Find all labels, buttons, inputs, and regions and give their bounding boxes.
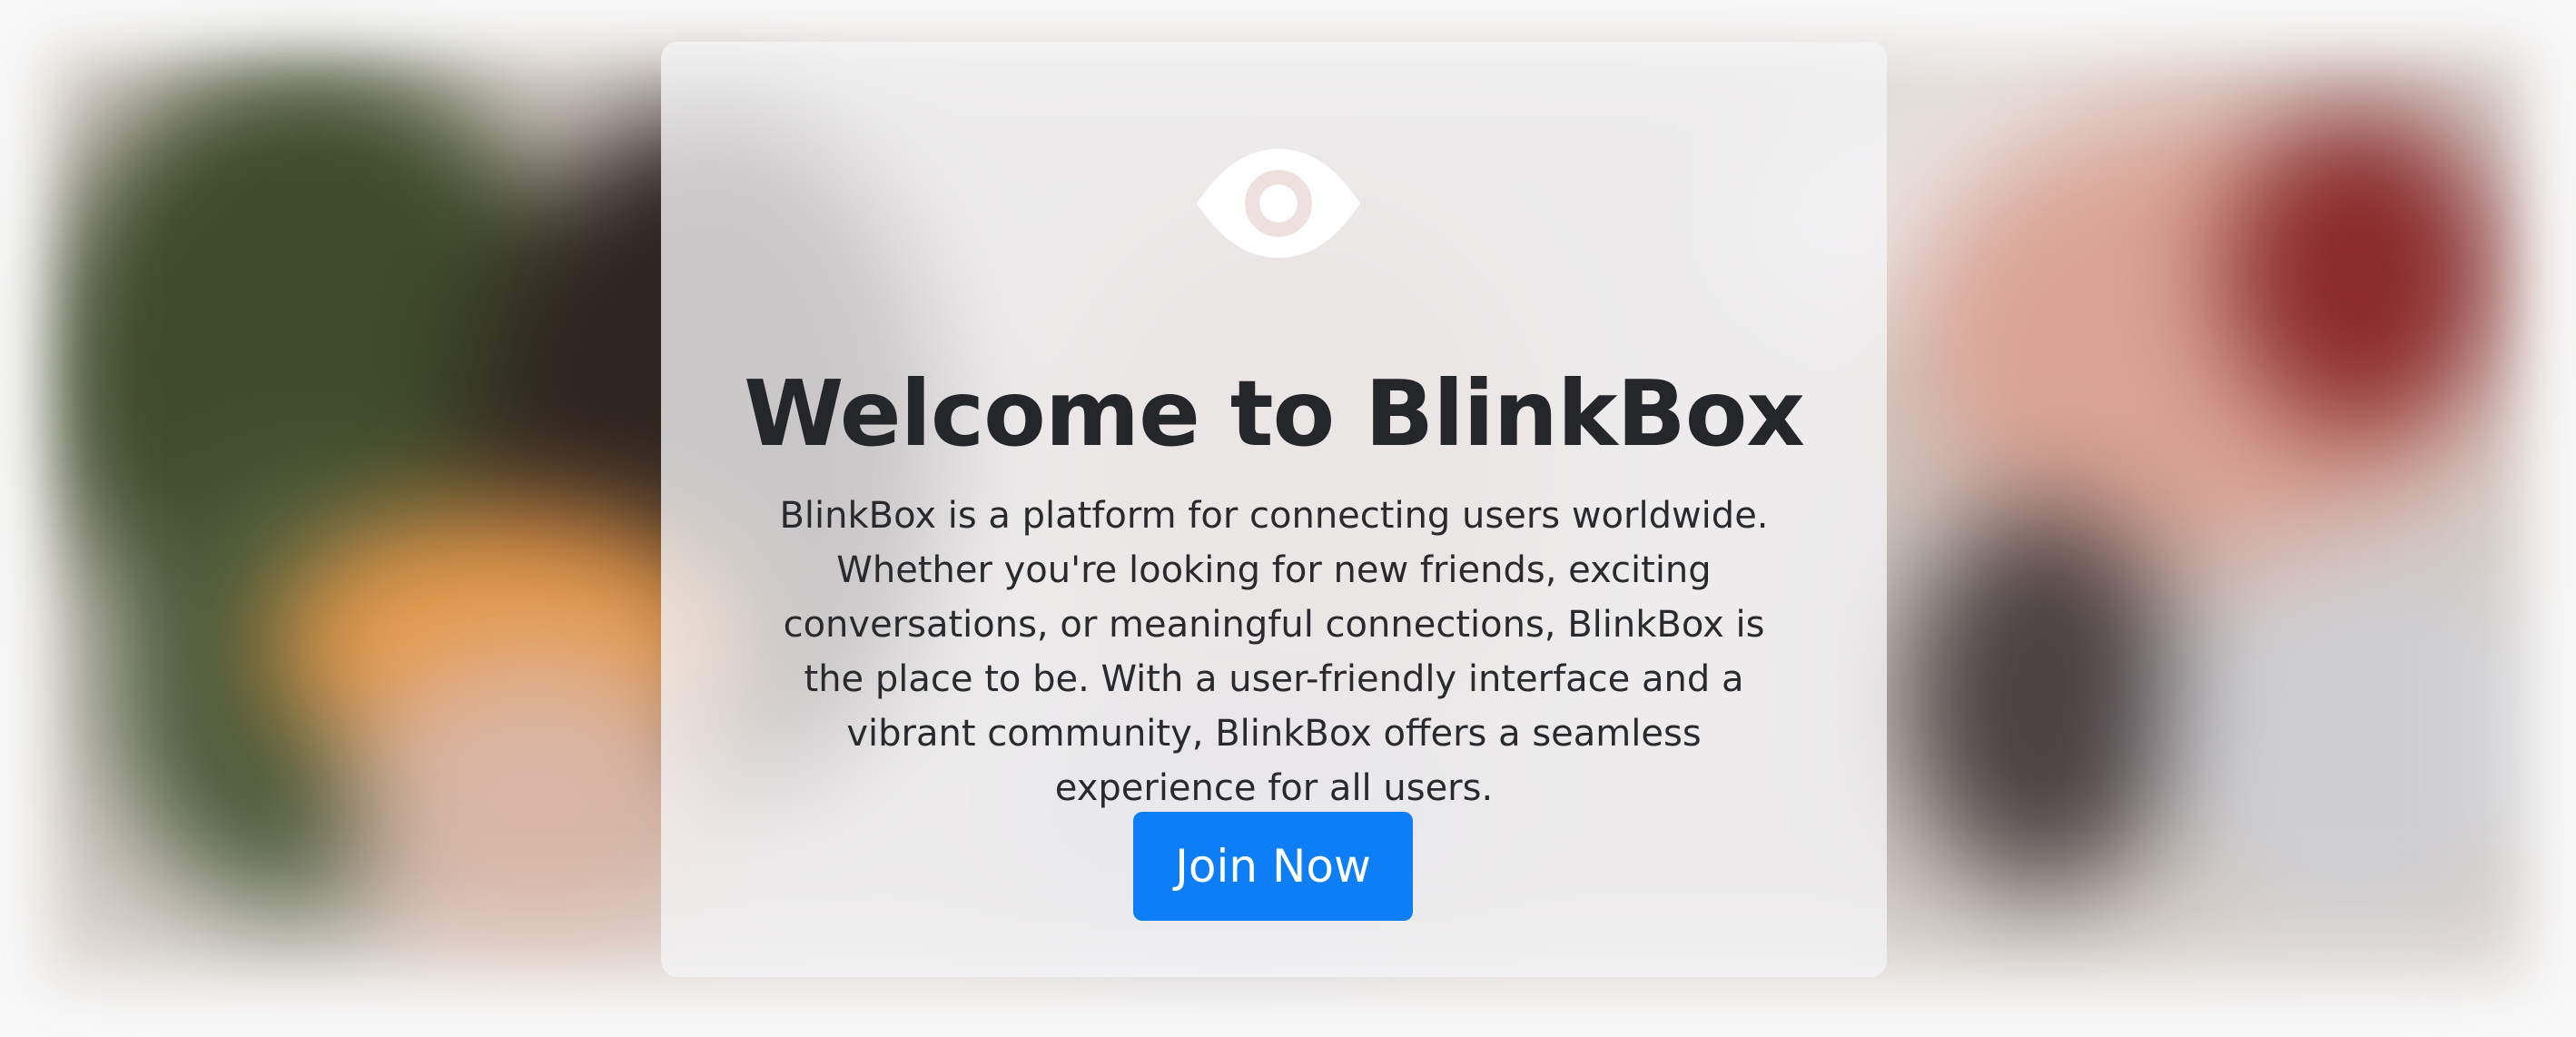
join-now-button[interactable]: Join Now [1133,812,1413,921]
hero-section: Welcome to BlinkBox BlinkBox is a platfo… [0,0,2576,1037]
page-title: Welcome to BlinkBox [744,360,1805,467]
description-text: BlinkBox is a platform for connecting us… [779,495,1769,809]
welcome-card: Welcome to BlinkBox BlinkBox is a platfo… [661,42,1887,977]
eye-icon [1197,149,1360,258]
